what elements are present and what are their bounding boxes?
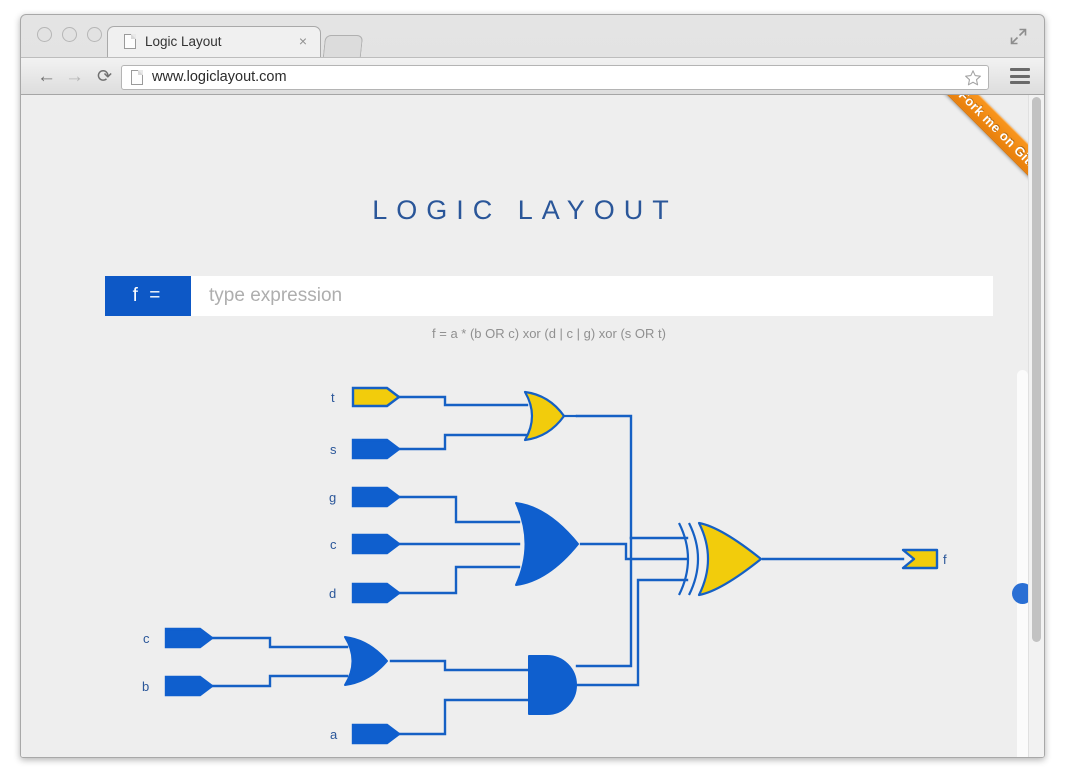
input-a[interactable]: a <box>330 723 401 745</box>
zoom-slider-track[interactable] <box>1017 370 1028 757</box>
output-f[interactable]: f <box>901 548 947 570</box>
browser-tabstrip: Logic Layout × <box>21 15 1044 57</box>
expression-row: f = <box>105 276 993 316</box>
browser-toolbar: ← → ⟳ www.logiclayout.com <box>21 57 1044 95</box>
expression-input[interactable] <box>191 276 993 316</box>
maximize-icon[interactable] <box>1010 28 1027 45</box>
page-title: LOGIC LAYOUT <box>372 195 678 225</box>
input-label-s: s <box>330 442 337 457</box>
bookmark-star-icon[interactable] <box>964 69 982 87</box>
back-icon[interactable]: ← <box>35 65 58 88</box>
xor-gate-out[interactable] <box>678 521 763 597</box>
window-controls <box>37 27 102 42</box>
input-d[interactable]: d <box>329 582 401 604</box>
input-label-d: d <box>329 586 336 601</box>
input-label-b: b <box>142 679 149 694</box>
or-gate-st[interactable] <box>523 390 577 442</box>
browser-menu-icon[interactable] <box>1010 68 1030 84</box>
window-minimize-button[interactable] <box>62 27 77 42</box>
input-label-g: g <box>329 490 336 505</box>
window-close-button[interactable] <box>37 27 52 42</box>
input-g[interactable]: g <box>329 486 401 508</box>
forward-icon[interactable]: → <box>63 65 86 88</box>
tab-title: Logic Layout <box>145 34 222 49</box>
address-bar[interactable]: www.logiclayout.com <box>121 65 989 90</box>
page-scrollbar-thumb[interactable] <box>1032 97 1041 642</box>
input-label-c2: c <box>143 631 150 646</box>
or-gate-dcg[interactable] <box>515 502 579 586</box>
input-c2[interactable]: c <box>143 627 214 649</box>
url-text: www.logiclayout.com <box>152 69 287 85</box>
output-label-f: f <box>943 552 947 567</box>
input-label-t: t <box>331 390 335 405</box>
window-maximize-button[interactable] <box>87 27 102 42</box>
site-favicon-icon <box>131 70 143 85</box>
circuit-diagram: t s g c d c b a f <box>142 386 947 745</box>
expression-label: f = <box>105 276 191 316</box>
browser-tab-logic-layout[interactable]: Logic Layout × <box>107 26 321 57</box>
page-viewport: Fork me on GitHub LOGIC LAYOUT f = f = a… <box>21 95 1044 757</box>
close-icon[interactable]: × <box>299 33 307 49</box>
reload-icon[interactable]: ⟳ <box>93 65 116 88</box>
new-tab-button[interactable] <box>322 35 364 57</box>
page-scrollbar[interactable] <box>1028 95 1044 757</box>
zoom-slider[interactable] <box>1012 370 1033 757</box>
input-label-c1: c <box>330 537 337 552</box>
input-label-a: a <box>330 727 338 742</box>
and-gate-a[interactable] <box>528 655 577 715</box>
or-gate-cb[interactable] <box>344 636 388 686</box>
page-favicon-icon <box>124 34 136 49</box>
input-t[interactable]: t <box>331 386 401 408</box>
input-b[interactable]: b <box>142 675 214 697</box>
input-s[interactable]: s <box>330 438 401 460</box>
expression-hint: f = a * (b OR c) xor (d | c | g) xor (s … <box>432 326 666 341</box>
browser-window: Logic Layout × ← → ⟳ www.logiclayout.com <box>20 14 1045 758</box>
input-c1[interactable]: c <box>330 533 401 555</box>
